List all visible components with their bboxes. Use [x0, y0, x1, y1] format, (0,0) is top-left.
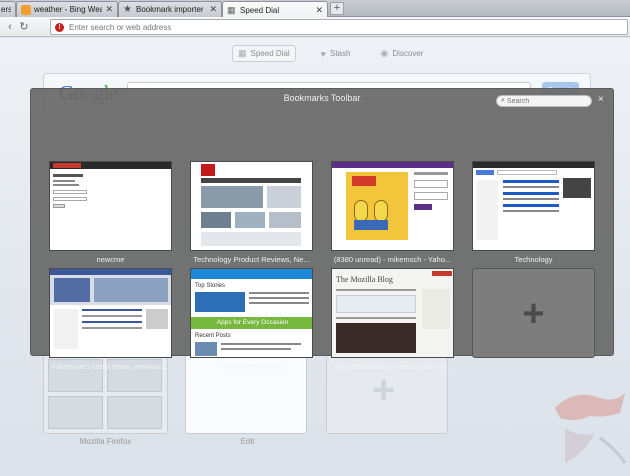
bing-icon: [21, 4, 31, 15]
nav-label: Speed Dial: [250, 49, 290, 58]
bookmark-label: The Windows Blog: [220, 362, 283, 371]
url-input[interactable]: [69, 22, 627, 32]
page-thumbnail: The Mozilla Blog: [331, 268, 454, 358]
star-icon: ★: [123, 3, 132, 15]
windows-top-stories: Top Stories: [195, 283, 226, 289]
tab-weather[interactable]: weather - Bing Weather ✕: [16, 1, 118, 17]
add-bookmark-tile[interactable]: +: [472, 268, 595, 358]
bookmark-label: newcme: [96, 255, 125, 264]
address-bar[interactable]: !: [50, 19, 628, 35]
bookmark-label: Technology Product Reviews, Ne...: [193, 255, 310, 264]
nav-stash[interactable]: ♥ Stash: [316, 45, 356, 62]
nav-discover[interactable]: ◉ Discover: [375, 45, 428, 62]
overlay-search-input[interactable]: [506, 97, 587, 105]
tab-title: Speed Dial: [240, 5, 280, 15]
speed-dial-nav: ▦ Speed Dial ♥ Stash ◉ Discover: [232, 45, 428, 62]
bookmark-tile-newcme[interactable]: newcme: [49, 161, 172, 264]
reload-icon[interactable]: ↻: [17, 20, 31, 34]
bookmark-label: The Mozilla Blog | News, notes an...: [332, 362, 453, 371]
tab-speed-dial[interactable]: ▦ Speed Dial ✕: [222, 1, 328, 18]
navigation-toolbar: ‹ ↻ !: [0, 17, 630, 37]
tab-bookmark-importer[interactable]: ★ Bookmark importer ✕: [118, 1, 222, 17]
tab-partial[interactable]: ers: [0, 1, 16, 17]
bookmark-label: Technology: [514, 255, 553, 264]
grid-icon: ▦: [227, 5, 236, 15]
close-tab-icon[interactable]: ✕: [209, 4, 217, 15]
nav-label: Stash: [330, 49, 351, 58]
heart-icon: ♥: [320, 48, 326, 59]
bookmark-label: (8380 unread) - mikemsch - Yaho...: [333, 255, 452, 264]
overlay-search-field[interactable]: ⌕: [496, 95, 592, 107]
tab-title: Bookmark importer: [136, 5, 204, 14]
search-icon: ⌕: [501, 97, 505, 104]
bookmark-tile-technology-reviews[interactable]: Technology Product Reviews, Ne...: [190, 161, 313, 264]
warning-icon[interactable]: !: [55, 22, 64, 32]
close-tab-icon[interactable]: ✕: [105, 4, 113, 15]
bookmarks-folder-overlay: Bookmarks Toolbar ⌕ × newcme: [30, 88, 614, 371]
bookmark-tile-technology[interactable]: Technology: [472, 161, 595, 264]
page-thumbnail: [331, 161, 454, 251]
page-thumbnail: [472, 161, 595, 251]
page-thumbnail: [49, 268, 172, 358]
tab-title: weather - Bing Weather: [34, 5, 102, 14]
page-thumbnail: [190, 161, 313, 251]
back-arrow-icon[interactable]: ‹: [3, 20, 17, 34]
eye-icon: ◉: [380, 48, 389, 58]
plus-icon: +: [522, 293, 545, 335]
tile-label: Edit: [240, 437, 255, 446]
bookmark-tile-windows-blog[interactable]: Top Stories Apps for Every Occasion Rece…: [190, 268, 313, 371]
close-tab-icon[interactable]: ✕: [315, 5, 323, 16]
bookmark-label: Facebook's latest news, announc...: [52, 362, 169, 371]
plus-icon: +: [372, 368, 396, 412]
page-thumbnail: [49, 161, 172, 251]
nav-label: Discover: [392, 49, 424, 58]
tab-title: ers: [1, 5, 11, 14]
close-icon[interactable]: ×: [598, 94, 604, 105]
mozilla-blog-title: The Mozilla Blog: [336, 275, 393, 284]
new-tab-button[interactable]: +: [330, 2, 344, 15]
page-thumbnail: Top Stories Apps for Every Occasion Rece…: [190, 268, 313, 358]
windows-recent-posts: Recent Posts: [195, 333, 231, 339]
bookmark-tile-yahoo-mail[interactable]: (8380 unread) - mikemsch - Yaho...: [331, 161, 454, 264]
grid-icon: ▦: [238, 48, 247, 58]
tab-strip: ers weather - Bing Weather ✕ ★ Bookmark …: [0, 0, 630, 18]
bird-illustration: [555, 393, 627, 464]
bookmark-tile-mozilla-blog[interactable]: The Mozilla Blog The Mozilla Blog | News…: [331, 268, 454, 371]
nav-speed-dial[interactable]: ▦ Speed Dial: [232, 45, 296, 62]
tile-label: Mozilla Firefox: [79, 437, 132, 446]
bookmark-tile-facebook-newsroom[interactable]: Facebook's latest news, announc...: [49, 268, 172, 371]
windows-banner: Apps for Every Occasion: [191, 317, 312, 329]
